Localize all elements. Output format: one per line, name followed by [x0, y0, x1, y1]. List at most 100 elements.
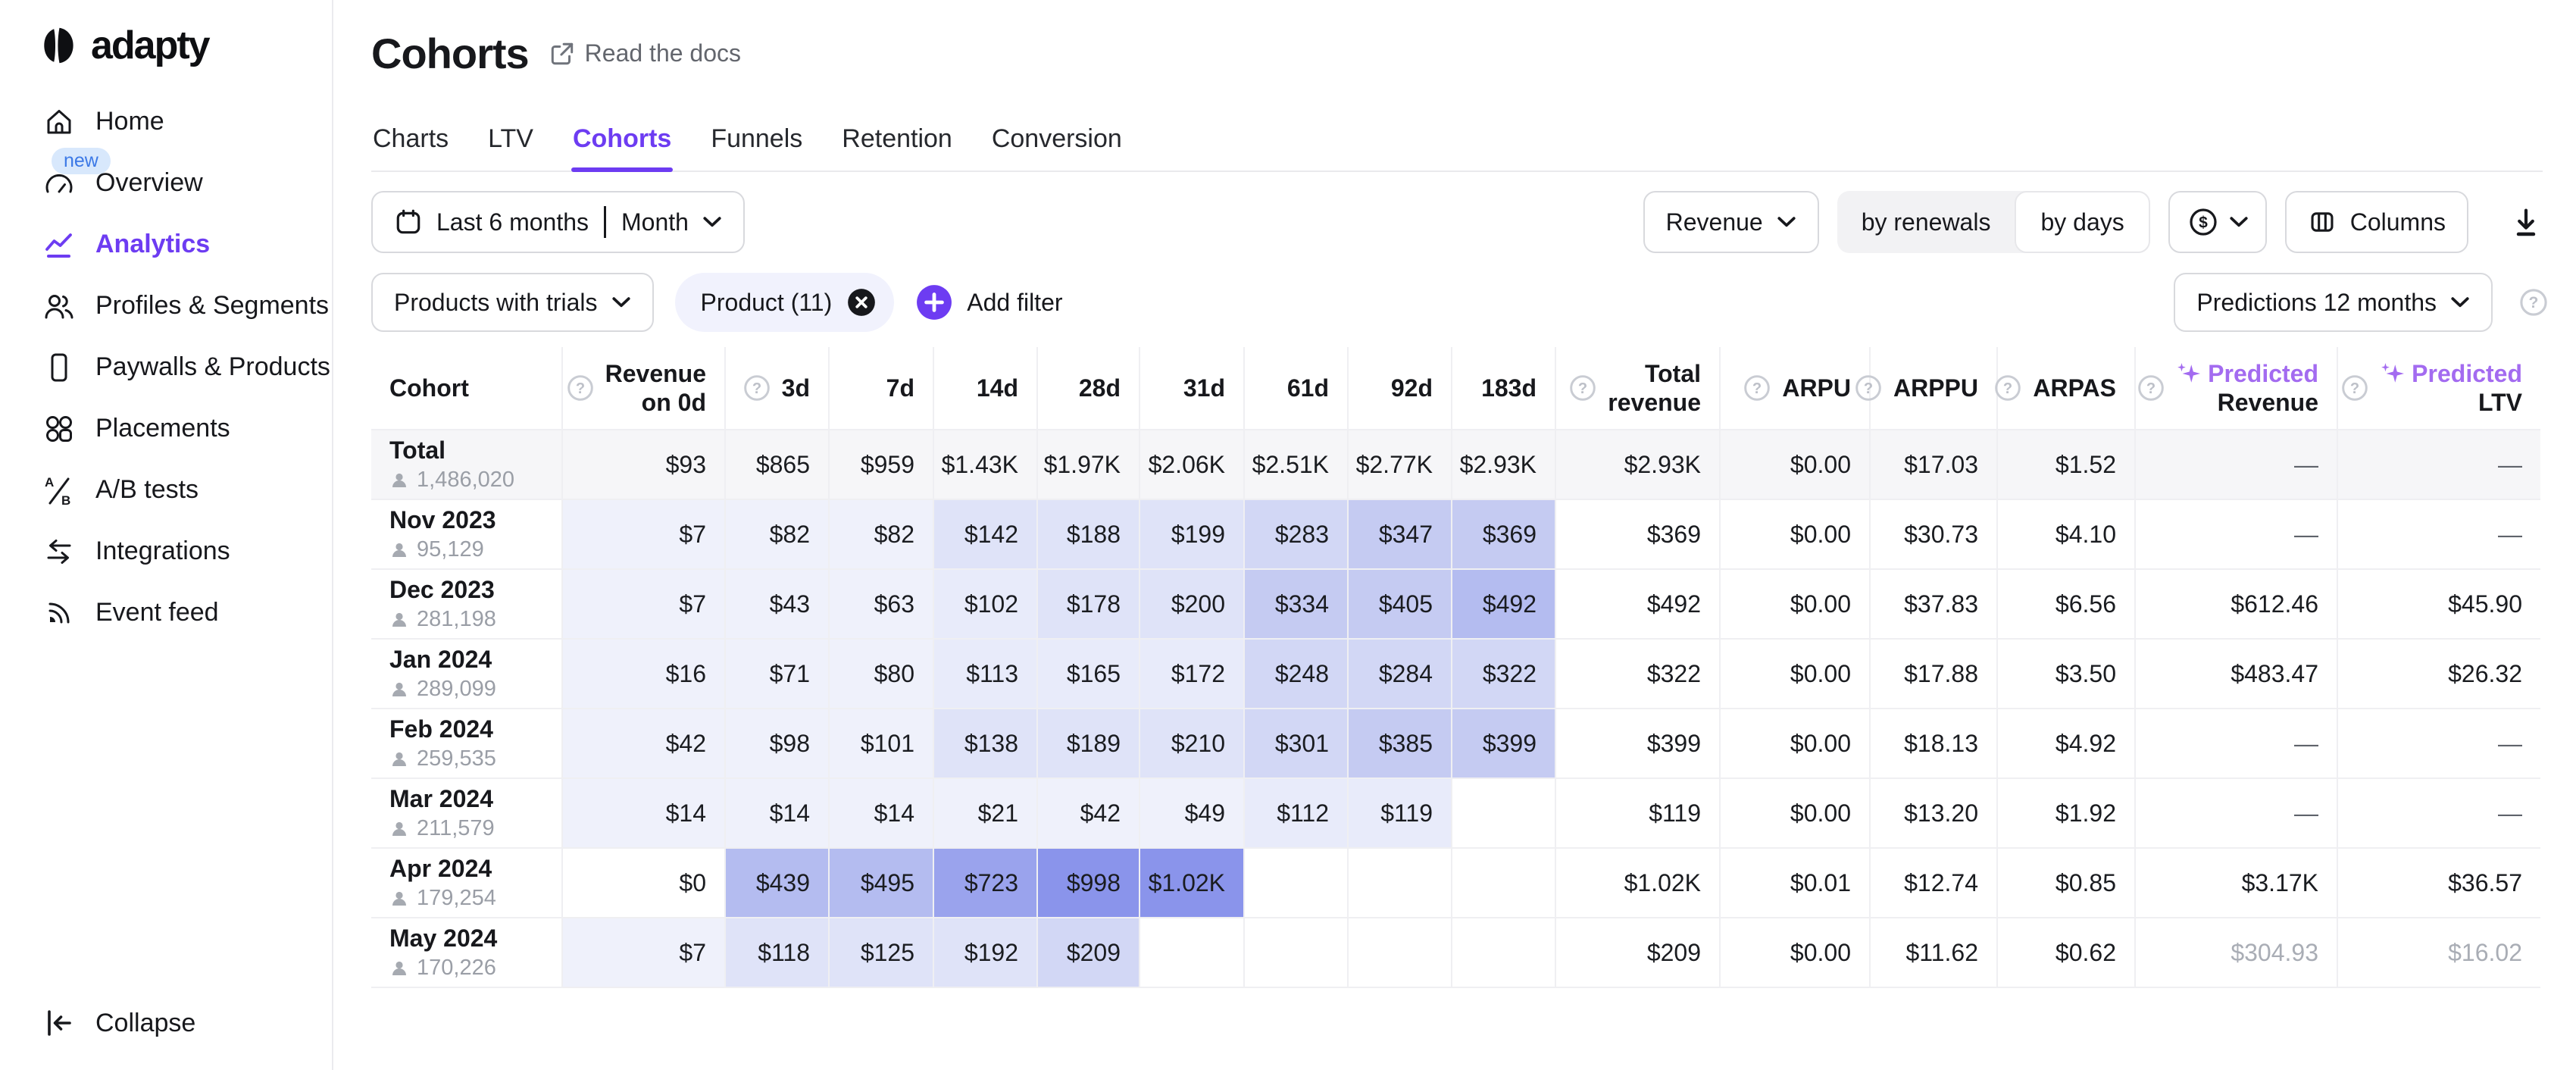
page-header: Cohorts Read the docs [371, 29, 741, 78]
table-cell: $118 [726, 918, 830, 988]
toggle-by-renewals[interactable]: by renewals [1837, 191, 2015, 253]
table-cell: $0.01 [1721, 849, 1871, 918]
docs-link[interactable]: Read the docs [549, 39, 741, 67]
table-cell: $495 [830, 849, 934, 918]
column-header-d183: 183d [1452, 347, 1556, 430]
help-icon[interactable]: ? [1568, 374, 1597, 402]
cohort-users: 211,579 [389, 818, 495, 840]
tab-cohorts[interactable]: Cohorts [571, 120, 673, 171]
sidebar-item-placements[interactable]: Placements [0, 398, 332, 459]
table-cell: — [2338, 779, 2540, 849]
table-cell: $16 [563, 640, 726, 709]
table-cell: $405 [1349, 570, 1452, 640]
table-cell: $49 [1140, 779, 1245, 849]
adapty-logo[interactable]: adapty [0, 0, 332, 80]
toolbar-filters: Products with trials Product (11) Add fi… [371, 273, 2549, 332]
table-cell [1452, 779, 1556, 849]
sidebar-item-overview[interactable]: Overviewnew [0, 152, 332, 214]
currency-select[interactable]: $ [2168, 191, 2267, 253]
predictions-select[interactable]: Predictions 12 months [2174, 273, 2493, 332]
toggle-by-days[interactable]: by days [2015, 191, 2149, 253]
cohort-users: 259,535 [389, 748, 496, 770]
sidebar-item-label: A/B tests [95, 475, 199, 505]
chevron-down-icon [702, 216, 722, 228]
help-icon[interactable]: ? [1854, 374, 1883, 402]
table-cell: $0.00 [1721, 779, 1871, 849]
person-icon [389, 540, 409, 560]
help-icon[interactable]: ? [2340, 374, 2369, 402]
table-cell: — [2136, 709, 2338, 779]
table-cell: $209 [1038, 918, 1140, 988]
table-cell: $26.32 [2338, 640, 2540, 709]
sidebar-item-a-b-tests[interactable]: AB A/B tests [0, 459, 332, 521]
download-icon[interactable] [2509, 205, 2543, 239]
help-icon[interactable]: ? [566, 374, 595, 402]
column-header-d3: ?3d [726, 347, 830, 430]
cohort-name: Feb 2024 [389, 717, 493, 741]
predictions-help-icon[interactable]: ? [2518, 287, 2549, 318]
tab-funnels[interactable]: Funnels [709, 120, 804, 171]
table-cell: $138 [934, 709, 1038, 779]
cohort-users: 95,129 [389, 539, 484, 561]
tab-conversion[interactable]: Conversion [990, 120, 1124, 171]
help-icon[interactable]: ? [2137, 374, 2165, 402]
page-title: Cohorts [371, 29, 529, 78]
renewals-days-toggle: by renewals by days [1837, 191, 2150, 253]
add-filter-button[interactable]: Add filter [915, 283, 1062, 321]
help-icon[interactable]: ? [742, 374, 771, 402]
table-cell: $30.73 [1871, 500, 1998, 570]
docs-link-label: Read the docs [585, 39, 741, 67]
table-cell: $3.50 [1998, 640, 2136, 709]
help-icon[interactable]: ? [1743, 374, 1771, 402]
table-cell: $399 [1556, 709, 1721, 779]
columns-button[interactable]: Columns [2285, 191, 2468, 253]
product-chip-label: Product (11) [701, 289, 833, 317]
table-cell: $369 [1452, 500, 1556, 570]
plus-circle-icon [915, 283, 953, 321]
cohort-users: 281,198 [389, 609, 496, 630]
sparkle-icon [2176, 361, 2200, 386]
svg-text:A: A [45, 475, 54, 490]
help-icon[interactable]: ? [1993, 374, 2022, 402]
cohort-name: May 2024 [389, 926, 497, 950]
phone-icon [42, 351, 76, 384]
person-icon [389, 749, 409, 769]
cohort-name: Nov 2023 [389, 508, 496, 532]
analytics-icon [42, 228, 76, 261]
person-icon [389, 959, 409, 978]
tab-retention[interactable]: Retention [840, 120, 954, 171]
person-icon [389, 819, 409, 839]
table-cell: $101 [830, 709, 934, 779]
svg-text:B: B [61, 493, 70, 507]
metric-select[interactable]: Revenue [1643, 191, 1819, 253]
sidebar-item-home[interactable]: Home [0, 91, 332, 152]
sidebar-item-profiles-segments[interactable]: Profiles & Segments [0, 275, 332, 336]
tab-ltv[interactable]: LTV [486, 120, 535, 171]
sidebar-item-analytics[interactable]: Analytics [0, 214, 332, 275]
svg-text:?: ? [1578, 380, 1587, 397]
remove-filter-icon[interactable] [846, 286, 877, 318]
sidebar-item-event-feed[interactable]: Event feed [0, 582, 332, 643]
product-filter-chip[interactable]: Product (11) [675, 273, 895, 332]
cohort-users: 1,486,020 [389, 469, 514, 491]
collapse-button[interactable]: Collapse [42, 1006, 195, 1040]
person-icon [389, 471, 409, 490]
sidebar-item-integrations[interactable]: Integrations [0, 521, 332, 582]
table-cell: $199 [1140, 500, 1245, 570]
sidebar-item-paywalls-products[interactable]: Paywalls & Products [0, 336, 332, 398]
table-cell: — [2136, 430, 2338, 500]
cohort-users: 289,099 [389, 678, 496, 700]
sidebar-item-label: Home [95, 107, 164, 136]
table-cell: $7 [563, 570, 726, 640]
table-cell: $172 [1140, 640, 1245, 709]
products-filter-select[interactable]: Products with trials [371, 273, 654, 332]
table-cell: $4.10 [1998, 500, 2136, 570]
tab-charts[interactable]: Charts [371, 120, 450, 171]
table-cell: $322 [1452, 640, 1556, 709]
table-cell: $12.74 [1871, 849, 1998, 918]
integrations-icon [42, 535, 76, 568]
date-range-button[interactable]: Last 6 months Month [371, 191, 745, 253]
table-cell: $1.02K [1140, 849, 1245, 918]
users-count: 259,535 [417, 748, 496, 770]
date-granularity-label: Month [621, 208, 689, 236]
